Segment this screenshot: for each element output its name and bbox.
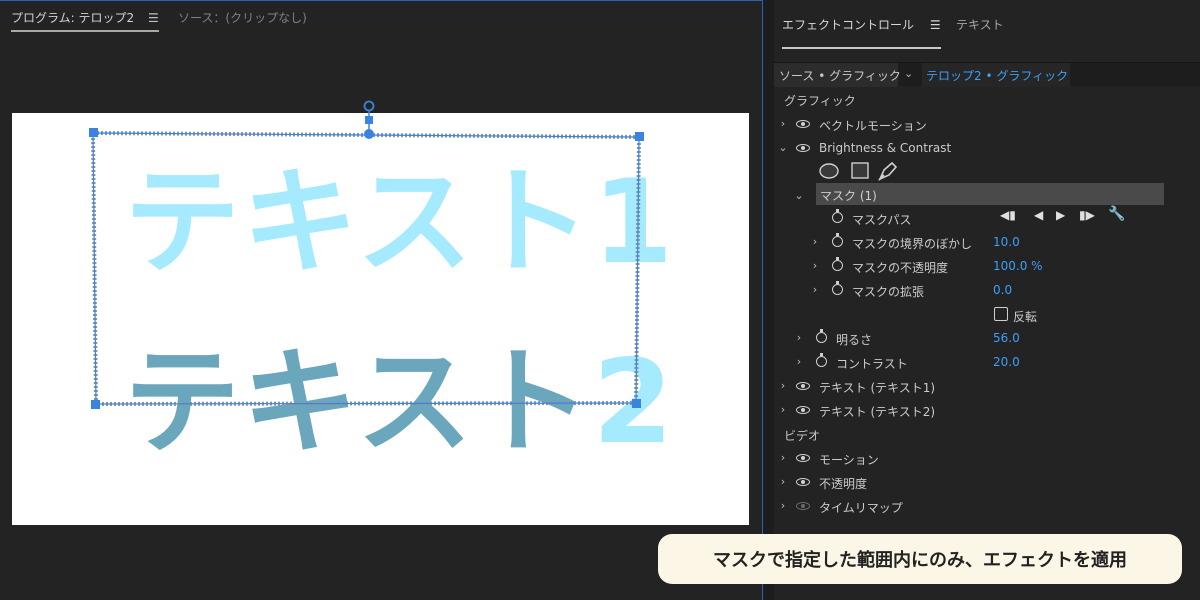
mask-tools (774, 160, 1200, 182)
brightness-label: 明るさ (836, 333, 873, 347)
eye-icon[interactable] (796, 502, 810, 510)
brightness-value[interactable]: 56.0 (993, 331, 1020, 345)
tab-program[interactable]: プログラム: テロップ2 ☰ (11, 9, 159, 32)
rotation-handle[interactable] (354, 99, 384, 139)
chevron-down-icon[interactable]: ⌄ (794, 189, 804, 202)
mask-opacity-label: マスクの不透明度 (852, 261, 949, 275)
contrast-value[interactable]: 20.0 (993, 355, 1020, 369)
section-graphic: グラフィック (784, 94, 856, 108)
invert-checkbox[interactable] (994, 307, 1008, 321)
tab-effect-controls[interactable]: エフェクトコントロール ☰ (782, 16, 941, 49)
effect-row-motion[interactable]: › モーション (774, 446, 1200, 470)
stopwatch-icon[interactable] (832, 209, 843, 223)
chevron-right-icon[interactable]: › (778, 403, 788, 416)
section-video: ビデオ (784, 429, 821, 443)
mask-name[interactable]: マスク (1) (816, 183, 1164, 205)
mask-feather-row[interactable]: › マスクの境界のぼかし 10.0 (774, 230, 1200, 254)
effect-name: ベクトルモーション (819, 119, 927, 133)
effect-name: タイムリマップ (819, 501, 903, 515)
pen-mask-icon[interactable] (878, 161, 898, 181)
invert-label: 反転 (1013, 310, 1038, 324)
app-window: プログラム: テロップ2 ☰ ソース：(クリップなし) テキスト1 テキスト2 (0, 0, 1200, 600)
effect-row-vector-motion[interactable]: › ベクトルモーション (774, 112, 1200, 136)
chevron-down-icon[interactable]: ⌄ (904, 67, 913, 80)
track-forward-frame-icon[interactable]: ▮▶ (1079, 208, 1095, 222)
clip-selector-bar: ソース • グラフィック ⌄ テロップ2 • グラフィック (774, 62, 1200, 87)
chevron-down-icon[interactable]: ⌄ (778, 141, 788, 154)
track-backward-icon[interactable]: ◀ (1034, 208, 1043, 222)
mask-vertex-top-right[interactable] (635, 132, 644, 141)
chevron-right-icon[interactable]: › (778, 379, 788, 392)
tab-program-label: プログラム: テロップ2 (11, 11, 135, 25)
effect-name: テキスト (テキスト1) (819, 381, 936, 395)
mask-expansion-row[interactable]: › マスクの拡張 0.0 (774, 278, 1200, 302)
rectangle-mask-icon[interactable] (851, 162, 869, 179)
effect-row-opacity[interactable]: › 不透明度 (774, 470, 1200, 494)
track-backward-frame-icon[interactable]: ◀▮ (1000, 208, 1016, 222)
mask-vertex-bottom-left[interactable] (91, 400, 100, 409)
tab-effect-controls-label: エフェクトコントロール (782, 18, 915, 32)
caption-bubble: マスクで指定した範囲内にのみ、エフェクトを適用 (658, 534, 1182, 584)
wrench-icon[interactable]: 🔧 (1108, 206, 1125, 222)
mask-opacity-row[interactable]: › マスクの不透明度 100.0 % (774, 254, 1200, 278)
mask-shape-tools (819, 161, 898, 181)
effect-controls-panel: エフェクトコントロール ☰ テキスト ソース • グラフィック ⌄ テロップ2 … (774, 0, 1200, 600)
hamburger-menu-icon[interactable]: ☰ (930, 18, 941, 32)
hamburger-menu-icon[interactable]: ☰ (148, 11, 159, 25)
mask-feather-value[interactable]: 10.0 (993, 235, 1020, 249)
mask-expansion-value[interactable]: 0.0 (993, 283, 1012, 297)
tab-text[interactable]: テキスト (956, 16, 1004, 33)
chevron-right-icon[interactable]: › (778, 499, 788, 512)
chevron-right-icon[interactable]: › (778, 475, 788, 488)
program-monitor-panel: プログラム: テロップ2 ☰ ソース：(クリップなし) テキスト1 テキスト2 (0, 0, 763, 600)
mask-outline[interactable] (89, 128, 644, 409)
tab-source[interactable]: ソース：(クリップなし) (178, 9, 307, 26)
stopwatch-icon[interactable] (816, 329, 827, 343)
mask-vertex-top-left[interactable] (89, 128, 98, 137)
chevron-right-icon[interactable]: › (778, 451, 788, 464)
stopwatch-icon[interactable] (832, 233, 843, 247)
ellipse-mask-icon[interactable] (819, 163, 839, 179)
chevron-right-icon[interactable]: › (778, 117, 788, 130)
eye-icon[interactable] (796, 478, 810, 486)
effect-name: モーション (819, 453, 879, 467)
mask-path-label: マスクパス (852, 213, 912, 227)
mask-path-row[interactable]: マスクパス (774, 206, 1200, 230)
clip-source[interactable]: ソース • グラフィック (774, 63, 901, 87)
mask-feather-label: マスクの境界のぼかし (852, 237, 973, 251)
effect-name: 不透明度 (819, 477, 868, 491)
contrast-row[interactable]: › コントラスト 20.0 (774, 350, 1200, 374)
clip-target[interactable]: テロップ2 • グラフィック (922, 63, 1070, 87)
eye-icon[interactable] (796, 382, 810, 390)
contrast-label: コントラスト (836, 357, 908, 371)
effect-name: テキスト (テキスト2) (819, 405, 936, 419)
effect-name: Brightness & Contrast (819, 141, 952, 155)
effect-row-brightness-contrast[interactable]: ⌄ Brightness & Contrast (774, 136, 1200, 160)
brightness-row[interactable]: › 明るさ 56.0 (774, 326, 1200, 350)
stopwatch-icon[interactable] (832, 281, 843, 295)
mask-expansion-label: マスクの拡張 (852, 285, 925, 299)
chevron-right-icon[interactable]: › (810, 259, 820, 272)
eye-icon[interactable] (796, 144, 810, 152)
effect-row-text-2[interactable]: › テキスト (テキスト2) (774, 398, 1200, 422)
eye-icon[interactable] (796, 454, 810, 462)
mask-vertex-bottom-right[interactable] (632, 399, 641, 408)
stopwatch-icon[interactable] (816, 353, 827, 367)
mask-opacity-value[interactable]: 100.0 % (993, 259, 1043, 273)
eye-icon[interactable] (796, 406, 810, 414)
chevron-right-icon[interactable]: › (810, 283, 820, 296)
eye-icon[interactable] (796, 120, 810, 128)
chevron-right-icon[interactable]: › (794, 331, 804, 344)
effect-row-time-remap[interactable]: › タイムリマップ (774, 494, 1200, 518)
chevron-right-icon[interactable]: › (810, 235, 820, 248)
track-forward-icon[interactable]: ▶ (1056, 208, 1065, 222)
effect-row-text-1[interactable]: › テキスト (テキスト1) (774, 374, 1200, 398)
mask-path-svg (90, 130, 642, 407)
chevron-right-icon[interactable]: › (794, 355, 804, 368)
stopwatch-icon[interactable] (832, 257, 843, 271)
